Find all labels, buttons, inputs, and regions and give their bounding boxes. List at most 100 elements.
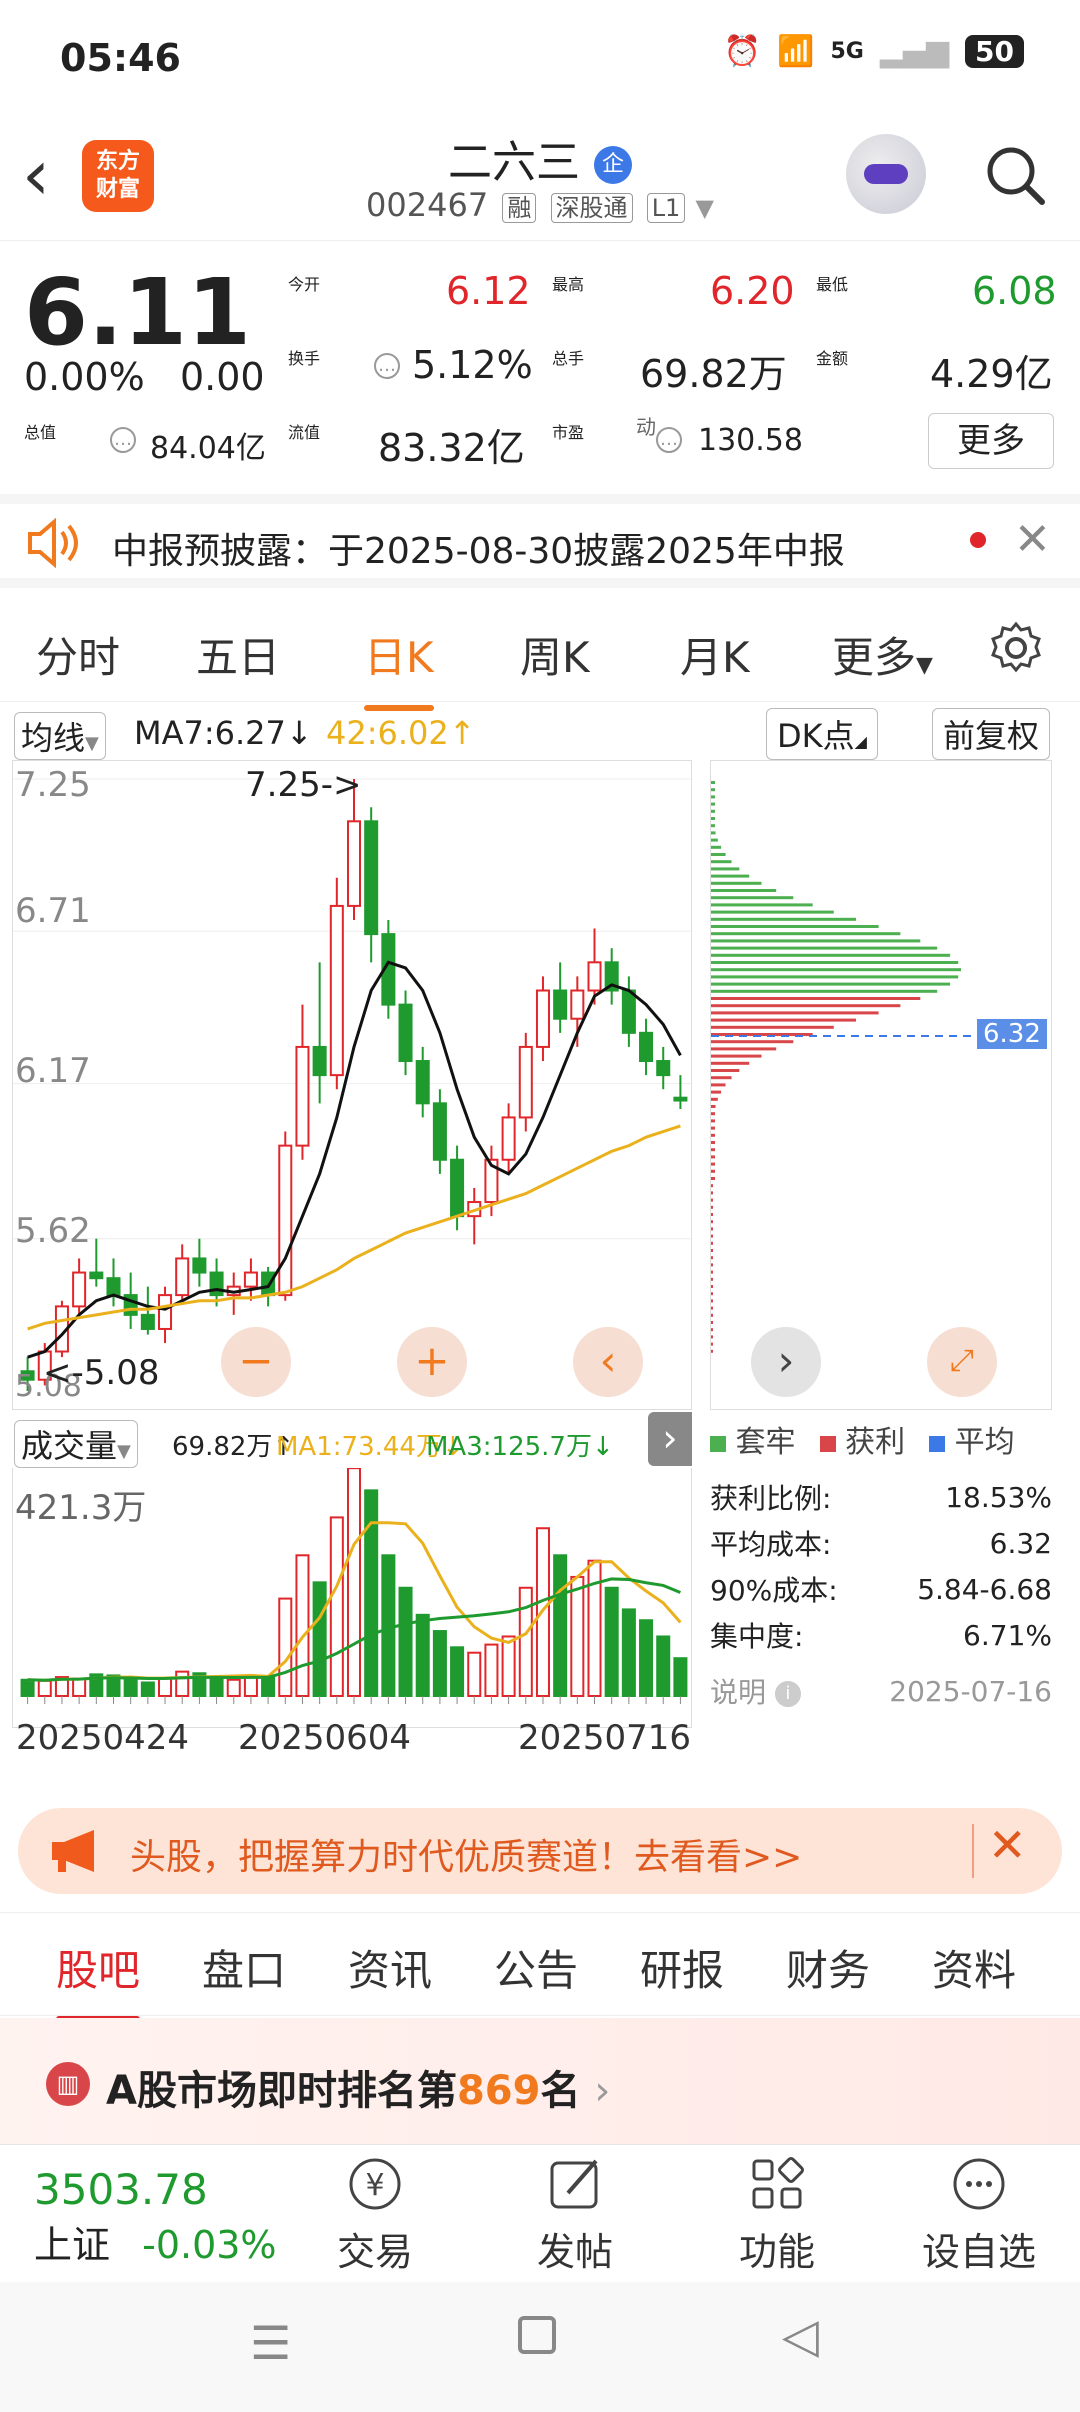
index-name: 上证 [34,2223,111,2267]
chip-bar [711,1321,713,1324]
tab-guba[interactable]: 股吧 [56,1937,141,2022]
expand-panel-icon[interactable]: › [648,1412,692,1466]
nav-functions[interactable]: 功能 [702,2153,852,2276]
legend-average: 平均 [929,1417,1015,1461]
assistant-robot-icon[interactable] [846,134,926,214]
tab-daily-k[interactable]: 日K [364,624,434,711]
settings-gear-icon[interactable] [988,620,1044,676]
chip-bar [711,1047,777,1051]
ma3-text: MA3:125.7万 [426,1432,592,1462]
tab-profile[interactable]: 资料 [932,1937,1016,1998]
adjust-button[interactable]: 前复权 [932,708,1051,760]
tick-label: 6.17 [15,1051,91,1091]
market-rank-banner[interactable]: ▥ A股市场即时排名第869名 › [0,2018,1080,2154]
divider [972,1824,974,1878]
quote-panel: 6.11 0.00% 0.00 今开 6.12 最高 6.20 最低 6.08 … [0,240,1080,490]
chip-bar [711,1213,713,1216]
scroll-left-button[interactable]: ‹ [573,1327,643,1397]
nav-trade[interactable]: ¥ 交易 [300,2153,450,2276]
tab-research[interactable]: 研报 [640,1937,724,1998]
volume-chart[interactable]: 421.3万 [12,1467,692,1728]
alarm-icon: ⏰ [723,34,762,69]
caret-down-icon: ▼ [117,1441,131,1462]
date-axis: 20250424 20250604 20250716 [14,1718,694,1768]
chip-bar [711,975,959,979]
note-label: 说明 [710,1676,767,1709]
ma7-line [27,960,682,1359]
rank-prefix: A股市场即时排名第 [106,2068,457,2114]
enterprise-badge: 企 [594,146,632,184]
kline-chart[interactable]: 7.25 6.71 6.17 5.62 5.08 7.25-> <-5.08 −… [12,760,693,1410]
tab-monthly-k[interactable]: 月K [680,624,750,685]
tab-intraday[interactable]: 分时 [36,624,120,685]
svg-text:¥: ¥ [365,2168,384,2203]
close-icon[interactable]: ✕ [1014,514,1051,565]
fullscreen-icon[interactable]: ⤢ [927,1327,997,1397]
menu-icon[interactable]: ☰ [250,2316,291,2370]
note-link[interactable]: 说明 i [710,1671,801,1711]
close-icon[interactable]: ✕ [988,1818,1027,1872]
tab-announcements[interactable]: 公告 [494,1937,578,1998]
expand-right-button[interactable]: › [751,1327,821,1397]
home-icon[interactable] [518,2316,556,2354]
chip-bar [711,946,938,950]
index-ticker[interactable]: 3503.78 上证 -0.03% [34,2165,277,2269]
info-icon[interactable]: … [110,427,136,453]
chip-bar [711,939,921,943]
candle [158,1286,173,1344]
chip-bar [711,1025,834,1029]
zoom-in-button[interactable]: + [397,1327,467,1397]
chip-bar [711,1011,879,1015]
volume-selector[interactable]: 成交量▼ [14,1420,138,1468]
legend-swatch [710,1436,726,1452]
tab-finance[interactable]: 财务 [786,1937,870,1998]
rank-suffix: 名 [540,2068,581,2114]
volume-bar [621,1608,636,1697]
volume-bar [518,1586,533,1697]
chip-row-label: 集中度: [710,1620,804,1653]
promo-text: 头股，把握算力时代优质赛道！去看看>> [130,1837,803,1878]
tab-order-book[interactable]: 盘口 [202,1937,286,1998]
chip-bar [711,831,716,835]
volume-bar [501,1635,516,1697]
more-button[interactable]: 更多 [928,413,1054,469]
back-triangle-icon[interactable]: ◁ [782,2308,819,2364]
chip-svg [711,781,973,1353]
chip-bar [711,1249,713,1252]
candle [106,1258,121,1307]
notice-bar[interactable]: 中报预披露：于2025-08-30披露2025年中报 ✕ [0,494,1080,588]
promo-banner[interactable]: 头股，把握算力时代优质赛道！去看看>> ✕ [18,1808,1062,1894]
unread-dot-icon [970,532,986,548]
chip-bar [711,1191,713,1195]
search-icon[interactable] [984,144,1046,206]
tab-more[interactable]: 更多▼ [832,624,933,685]
stock-name: 二六三 [448,137,580,188]
tab-news[interactable]: 资讯 [348,1937,432,1998]
chip-row: 获利比例: 18.53% [710,1474,1052,1520]
chip-bar [711,809,715,813]
nav-post[interactable]: 发帖 [500,2153,650,2276]
tab-weekly-k[interactable]: 周K [520,624,590,685]
high-mark-label: 7.25-> [245,765,362,805]
chip-bar [711,853,726,856]
info-icon: i [774,1681,801,1707]
zoom-out-button[interactable]: − [221,1327,291,1397]
dropdown-icon[interactable]: ▼ [696,194,714,222]
chip-row: 平均成本: 6.32 [710,1520,1052,1566]
info-icon[interactable]: … [374,353,400,379]
chip-bar [711,1105,716,1108]
chip-bar [711,989,938,993]
chip-distribution-chart[interactable]: 6.32 › ⤢ [710,760,1052,1410]
volume-bar [72,1677,87,1697]
tab-five-day[interactable]: 五日 [196,624,280,685]
chip-row-value: 5.84-6.68 [917,1572,1052,1606]
chip-row-label: 90%成本: [710,1574,838,1607]
legend-swatch [929,1436,946,1452]
nav-add-watchlist[interactable]: 设自选 [904,2153,1054,2276]
chip-row-value: 6.71% [963,1618,1052,1652]
chip-bar [711,896,794,900]
dk-point-button[interactable]: DK点◢ [766,708,878,760]
ma-selector[interactable]: 均线▼ [14,712,106,760]
chip-bar [711,1090,722,1094]
info-icon[interactable]: … [656,427,682,453]
